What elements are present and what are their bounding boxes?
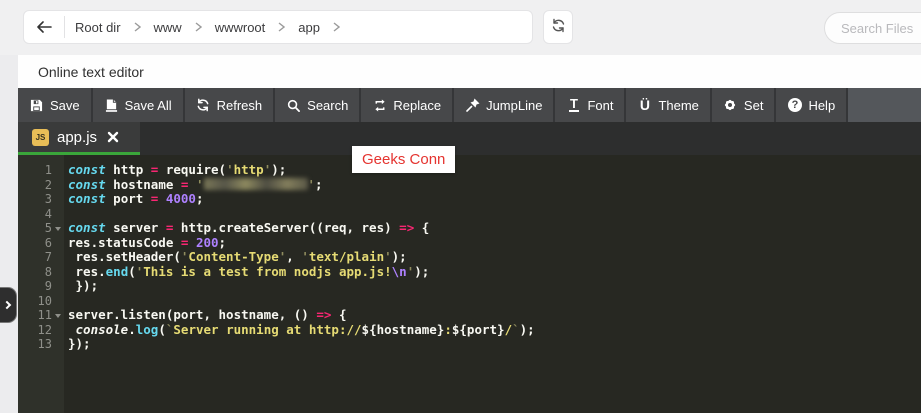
pin-icon <box>465 98 480 113</box>
button-label: Save <box>50 97 80 113</box>
line-number: 1 <box>44 163 52 177</box>
theme-button[interactable]: Ü Theme <box>626 88 712 122</box>
button-label: Theme <box>658 97 699 113</box>
breadcrumb: Root dir www wwwroot app <box>65 20 353 35</box>
code-line[interactable]: 4 <box>18 207 921 222</box>
code-line[interactable]: 6 res.statusCode = 200; <box>18 235 921 251</box>
line-number: 9 <box>44 279 52 293</box>
toolbar-filler <box>848 88 921 122</box>
tab-app-js[interactable]: JS app.js <box>18 122 140 155</box>
online-text-editor-panel: Online text editor Save Save All Refresh… <box>18 55 921 413</box>
replace-icon <box>372 98 387 113</box>
tab-bar: JS app.js <box>18 122 921 155</box>
button-label: Help <box>808 97 836 113</box>
line-number: 6 <box>44 235 52 250</box>
font-icon: T <box>568 96 579 112</box>
line-number: 7 <box>44 250 52 264</box>
save-icon <box>29 98 44 113</box>
code-line[interactable]: 10 <box>18 294 921 309</box>
theme-icon: Ü <box>639 97 651 113</box>
button-label: Font <box>587 97 614 113</box>
refresh-directory-button[interactable] <box>543 10 573 44</box>
breadcrumb-item-www[interactable]: www <box>154 20 182 35</box>
code-line[interactable]: 11 server.listen(port, hostname, () => { <box>18 307 921 323</box>
search-files-input[interactable] <box>824 12 921 44</box>
line-number: 4 <box>44 206 52 221</box>
save-all-icon <box>104 98 119 113</box>
search-icon <box>286 98 301 113</box>
line-number: 11 <box>37 308 52 322</box>
set-button[interactable]: Set <box>711 88 777 122</box>
breadcrumb-item-app[interactable]: app <box>298 20 320 35</box>
redacted-hostname <box>203 177 308 190</box>
back-button[interactable] <box>24 11 64 43</box>
button-label: JumpLine <box>486 97 543 113</box>
line-number: 13 <box>37 337 52 351</box>
close-tab-icon[interactable] <box>107 131 119 143</box>
line-number: 12 <box>37 322 52 337</box>
javascript-file-icon: JS <box>32 128 49 146</box>
line-number: 2 <box>44 177 52 192</box>
chevron-right-icon <box>195 20 202 35</box>
line-number: 3 <box>44 192 52 206</box>
breadcrumb-item-root[interactable]: Root dir <box>75 20 121 35</box>
help-button[interactable]: ? Help <box>776 88 849 122</box>
sidebar-expand-handle[interactable] <box>0 287 17 323</box>
refresh-icon <box>551 18 566 36</box>
refresh-button[interactable]: Refresh <box>184 88 276 122</box>
refresh-icon <box>196 98 211 113</box>
chevron-right-icon <box>134 20 141 35</box>
code-line[interactable]: 3 const port = 4000; <box>18 191 921 207</box>
line-number: 10 <box>37 293 52 308</box>
button-label: Search <box>307 97 349 113</box>
line-number: 5 <box>44 221 52 235</box>
save-all-button[interactable]: Save All <box>92 88 185 122</box>
button-label: Replace <box>393 97 442 113</box>
button-label: Refresh <box>216 97 263 113</box>
code-line[interactable]: 2 const hostname = ' '; <box>18 177 921 193</box>
code-line[interactable]: 12 console.log(`Server running at http:/… <box>18 322 921 338</box>
font-button[interactable]: T Font <box>555 88 627 122</box>
save-button[interactable]: Save <box>18 88 93 122</box>
help-icon: ? <box>787 98 802 113</box>
file-manager-topbar: Root dir www wwwroot app <box>0 0 921 55</box>
geeks-conn-watermark: Geeks Conn <box>352 146 456 173</box>
editor-toolbar: Save Save All Refresh Search Replace Jum… <box>18 88 921 122</box>
search-button[interactable]: Search <box>275 88 362 122</box>
code-line[interactable]: 7 res.setHeader('Content-Type', 'text/pl… <box>18 249 921 265</box>
code-editor[interactable]: 1 const http = require('http'); 2 const hos… <box>18 155 921 413</box>
button-label: Set <box>743 97 764 113</box>
button-label: Save All <box>124 97 172 113</box>
code-line[interactable]: 1 const http = require('http'); <box>18 162 921 178</box>
page-title: Online text editor <box>18 55 921 88</box>
tab-label: app.js <box>57 128 98 146</box>
fold-arrow-icon[interactable] <box>55 227 61 231</box>
replace-button[interactable]: Replace <box>361 88 455 122</box>
line-number: 8 <box>44 264 52 279</box>
jumpline-button[interactable]: JumpLine <box>454 88 556 122</box>
code-line[interactable]: 5 const server = http.createServer((req, … <box>18 220 921 236</box>
breadcrumb-item-wwwroot[interactable]: wwwroot <box>215 20 266 35</box>
gear-icon <box>723 98 738 113</box>
code-line[interactable]: 9 }); <box>18 278 921 294</box>
breadcrumb-container: Root dir www wwwroot app <box>23 10 533 44</box>
code-line[interactable]: 8 res.end('This is a test from nodjs app… <box>18 264 921 280</box>
chevron-right-icon <box>333 20 341 35</box>
chevron-right-icon <box>278 20 286 35</box>
chevron-right-icon <box>2 300 12 310</box>
code-line[interactable]: 13}); <box>18 336 921 352</box>
fold-arrow-icon[interactable] <box>55 314 61 318</box>
